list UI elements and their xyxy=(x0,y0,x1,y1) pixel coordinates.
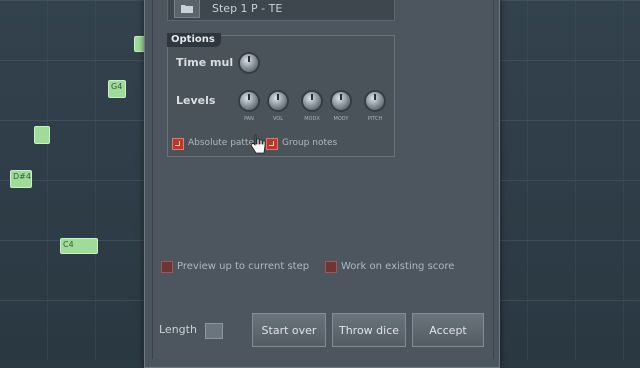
work-existing-checkbox[interactable] xyxy=(325,261,337,273)
hand-cursor-icon xyxy=(250,134,266,154)
accept-button[interactable]: Accept xyxy=(412,313,484,347)
time-mul-knob[interactable] xyxy=(240,54,258,72)
vol-knob[interactable] xyxy=(269,92,287,110)
pan-knob[interactable] xyxy=(240,92,258,110)
folder-button[interactable] xyxy=(174,0,200,18)
start-over-button[interactable]: Start over xyxy=(252,313,326,347)
pitch-label: PITCH xyxy=(367,116,383,122)
levels-label: Levels xyxy=(176,94,216,107)
options-group: Options Time mul Levels PAN VOL MODX MOD… xyxy=(167,33,395,157)
modx-knob[interactable] xyxy=(303,92,321,110)
options-title: Options xyxy=(167,33,221,47)
preview-checkbox[interactable] xyxy=(161,261,173,273)
work-existing-label: Work on existing score xyxy=(341,261,455,272)
absolute-patterns-checkbox[interactable] xyxy=(172,138,184,150)
group-notes-label: Group notes xyxy=(282,138,338,148)
pan-label: PAN xyxy=(244,116,254,122)
folder-icon xyxy=(181,4,193,13)
note-block-d#4[interactable]: D#4 xyxy=(10,170,32,188)
note-block-g4[interactable]: G4 xyxy=(108,80,126,98)
time-mul-label: Time mul xyxy=(176,56,234,69)
note-block[interactable] xyxy=(34,126,50,144)
throw-dice-button[interactable]: Throw dice xyxy=(332,313,406,347)
vol-label: VOL xyxy=(272,116,284,122)
riff-machine-dialog: Step 1 P - TE Options Time mul Levels PA… xyxy=(144,0,500,368)
group-notes-checkbox[interactable] xyxy=(266,138,278,150)
dialog-panel: Step 1 P - TE Options Time mul Levels PA… xyxy=(152,0,494,359)
preview-label: Preview up to current step xyxy=(177,261,310,272)
absolute-patterns-label: Absolute patte xyxy=(188,138,255,148)
pitch-knob[interactable] xyxy=(366,92,384,110)
modx-label: MODX xyxy=(304,116,320,122)
preset-field[interactable]: Step 1 P - TE xyxy=(167,0,395,21)
preset-name: Step 1 P - TE xyxy=(212,1,283,15)
mody-knob[interactable] xyxy=(332,92,350,110)
length-label: Length xyxy=(159,323,197,336)
note-block-c4[interactable]: C4 xyxy=(60,238,98,254)
length-field[interactable] xyxy=(205,323,223,339)
mody-label: MODY xyxy=(333,116,349,122)
